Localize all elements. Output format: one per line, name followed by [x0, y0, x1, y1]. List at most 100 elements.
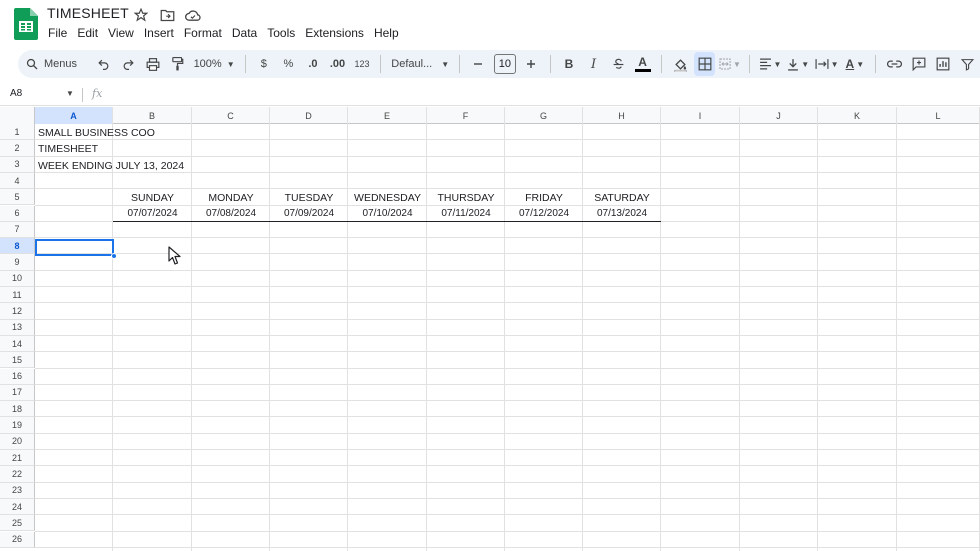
column-header-a[interactable]: A [35, 107, 113, 124]
redo-button[interactable] [118, 52, 139, 76]
row-header-20[interactable]: 20 [0, 433, 35, 450]
fill-color-button[interactable] [670, 52, 691, 76]
row-header-21[interactable]: 21 [0, 450, 35, 467]
column-header-i[interactable]: I [661, 107, 740, 124]
undo-button[interactable] [93, 52, 114, 76]
column-header-d[interactable]: D [270, 107, 348, 124]
row-header-10[interactable]: 10 [0, 270, 35, 287]
cell-date-saturday[interactable]: 07/13/2024 [583, 206, 661, 222]
text-wrapping-button[interactable]: ▼ [814, 52, 839, 76]
horizontal-align-button[interactable]: ▼ [758, 52, 782, 76]
menu-edit[interactable]: Edit [77, 25, 98, 41]
name-box-caret-icon[interactable]: ▼ [66, 89, 74, 98]
document-title[interactable]: TIMESHEET [47, 5, 129, 21]
row-header-15[interactable]: 15 [0, 352, 35, 369]
move-folder-icon[interactable] [158, 6, 176, 24]
decrease-decimal-button[interactable]: .0 [303, 52, 324, 76]
bold-button[interactable]: B [559, 52, 580, 76]
row-header-24[interactable]: 24 [0, 498, 35, 516]
menu-insert[interactable]: Insert [144, 25, 174, 41]
column-header-b[interactable]: B [113, 107, 192, 124]
row-header-4[interactable]: 4 [0, 172, 35, 190]
column-header-e[interactable]: E [348, 107, 427, 124]
increase-decimal-button[interactable]: .00 [327, 52, 348, 76]
menu-tools[interactable]: Tools [267, 25, 295, 41]
cell-day-saturday[interactable]: SATURDAY [583, 190, 661, 206]
row-header-16[interactable]: 16 [0, 368, 35, 385]
cloud-status-icon[interactable] [184, 6, 202, 24]
row-header-22[interactable]: 22 [0, 466, 35, 483]
cell-day-sunday[interactable]: SUNDAY [113, 190, 192, 206]
column-header-j[interactable]: J [740, 107, 818, 124]
select-all-corner[interactable] [0, 107, 35, 124]
active-cell-a8[interactable] [35, 239, 114, 256]
spreadsheet-grid[interactable]: ABCDEFGHIJKL 1 2 3 4 5 6 7 8 9 10 11 12 13 14 15 16 17 18… [0, 107, 980, 551]
insert-link-button[interactable] [884, 52, 905, 76]
cell-date-sunday[interactable]: 07/07/2024 [113, 206, 192, 222]
cell-day-monday[interactable]: MONDAY [192, 190, 270, 206]
row-header-9[interactable]: 9 [0, 254, 35, 271]
column-header-f[interactable]: F [427, 107, 505, 124]
increase-font-size-button[interactable] [521, 52, 542, 76]
cell-day-friday[interactable]: FRIDAY [505, 190, 583, 206]
menu-view[interactable]: View [108, 25, 134, 41]
more-formats-button[interactable]: 123 [352, 52, 373, 76]
name-box[interactable]: A8 [10, 88, 22, 99]
row-header-3[interactable]: 3 [0, 156, 35, 173]
cell-day-tuesday[interactable]: TUESDAY [270, 190, 348, 206]
vertical-align-button[interactable]: ▼ [786, 52, 810, 76]
column-header-h[interactable]: H [583, 107, 661, 124]
filter-button[interactable] [958, 52, 979, 76]
decrease-font-size-button[interactable] [468, 52, 489, 76]
cell-a1[interactable]: SMALL BUSINESS COO [38, 125, 155, 141]
paint-format-button[interactable] [167, 52, 188, 76]
row-header-11[interactable]: 11 [0, 287, 35, 304]
cell-date-wednesday[interactable]: 07/10/2024 [348, 206, 427, 222]
italic-button[interactable]: I [583, 52, 604, 76]
cell-date-friday[interactable]: 07/12/2024 [505, 206, 583, 222]
font-select[interactable]: Defaul... ▼ [387, 52, 453, 76]
row-header-25[interactable]: 25 [0, 515, 35, 532]
fill-handle[interactable] [111, 253, 117, 259]
percent-format-button[interactable]: % [278, 52, 299, 76]
row-header-1[interactable]: 1 [0, 124, 35, 141]
star-icon[interactable] [132, 6, 150, 24]
cell-date-thursday[interactable]: 07/11/2024 [427, 206, 505, 222]
borders-button[interactable] [694, 52, 715, 76]
row-header-5[interactable]: 5 [0, 189, 35, 206]
sheets-logo-icon[interactable] [14, 8, 38, 40]
row-header-26[interactable]: 26 [0, 531, 35, 548]
merge-cells-button[interactable]: ▼ [719, 52, 741, 76]
cell-date-tuesday[interactable]: 07/09/2024 [270, 206, 348, 222]
row-header-19[interactable]: 19 [0, 417, 35, 434]
insert-chart-button[interactable] [933, 52, 954, 76]
cell-a3[interactable]: WEEK ENDING JULY 13, 2024 [38, 158, 184, 174]
cell-date-monday[interactable]: 07/08/2024 [192, 206, 270, 222]
text-rotation-button[interactable]: A ▼ [843, 52, 867, 76]
cell-day-wednesday[interactable]: WEDNESDAY [348, 190, 427, 206]
cell-a2[interactable]: TIMESHEET [38, 141, 98, 157]
column-header-k[interactable]: K [818, 107, 897, 124]
currency-format-button[interactable]: $ [254, 52, 275, 76]
row-header-2[interactable]: 2 [0, 140, 35, 157]
zoom-select[interactable]: 100% ▼ [190, 52, 239, 76]
menu-help[interactable]: Help [374, 25, 399, 41]
search-menus[interactable]: Menus [20, 52, 91, 76]
print-button[interactable] [142, 52, 163, 76]
menu-file[interactable]: File [48, 25, 67, 41]
strikethrough-button[interactable] [608, 52, 629, 76]
row-header-23[interactable]: 23 [0, 482, 35, 499]
menu-data[interactable]: Data [232, 25, 257, 41]
row-header-18[interactable]: 18 [0, 401, 35, 418]
menu-extensions[interactable]: Extensions [305, 25, 364, 41]
row-header-6[interactable]: 6 [0, 205, 35, 222]
row-header-7[interactable]: 7 [0, 221, 35, 239]
row-header-8[interactable]: 8 [0, 238, 35, 255]
row-header-13[interactable]: 13 [0, 319, 35, 336]
column-header-c[interactable]: C [192, 107, 270, 124]
text-color-button[interactable]: A [632, 52, 653, 76]
cell-day-thursday[interactable]: THURSDAY [427, 190, 505, 206]
row-header-12[interactable]: 12 [0, 303, 35, 320]
row-header-14[interactable]: 14 [0, 335, 35, 353]
column-header-g[interactable]: G [505, 107, 583, 124]
